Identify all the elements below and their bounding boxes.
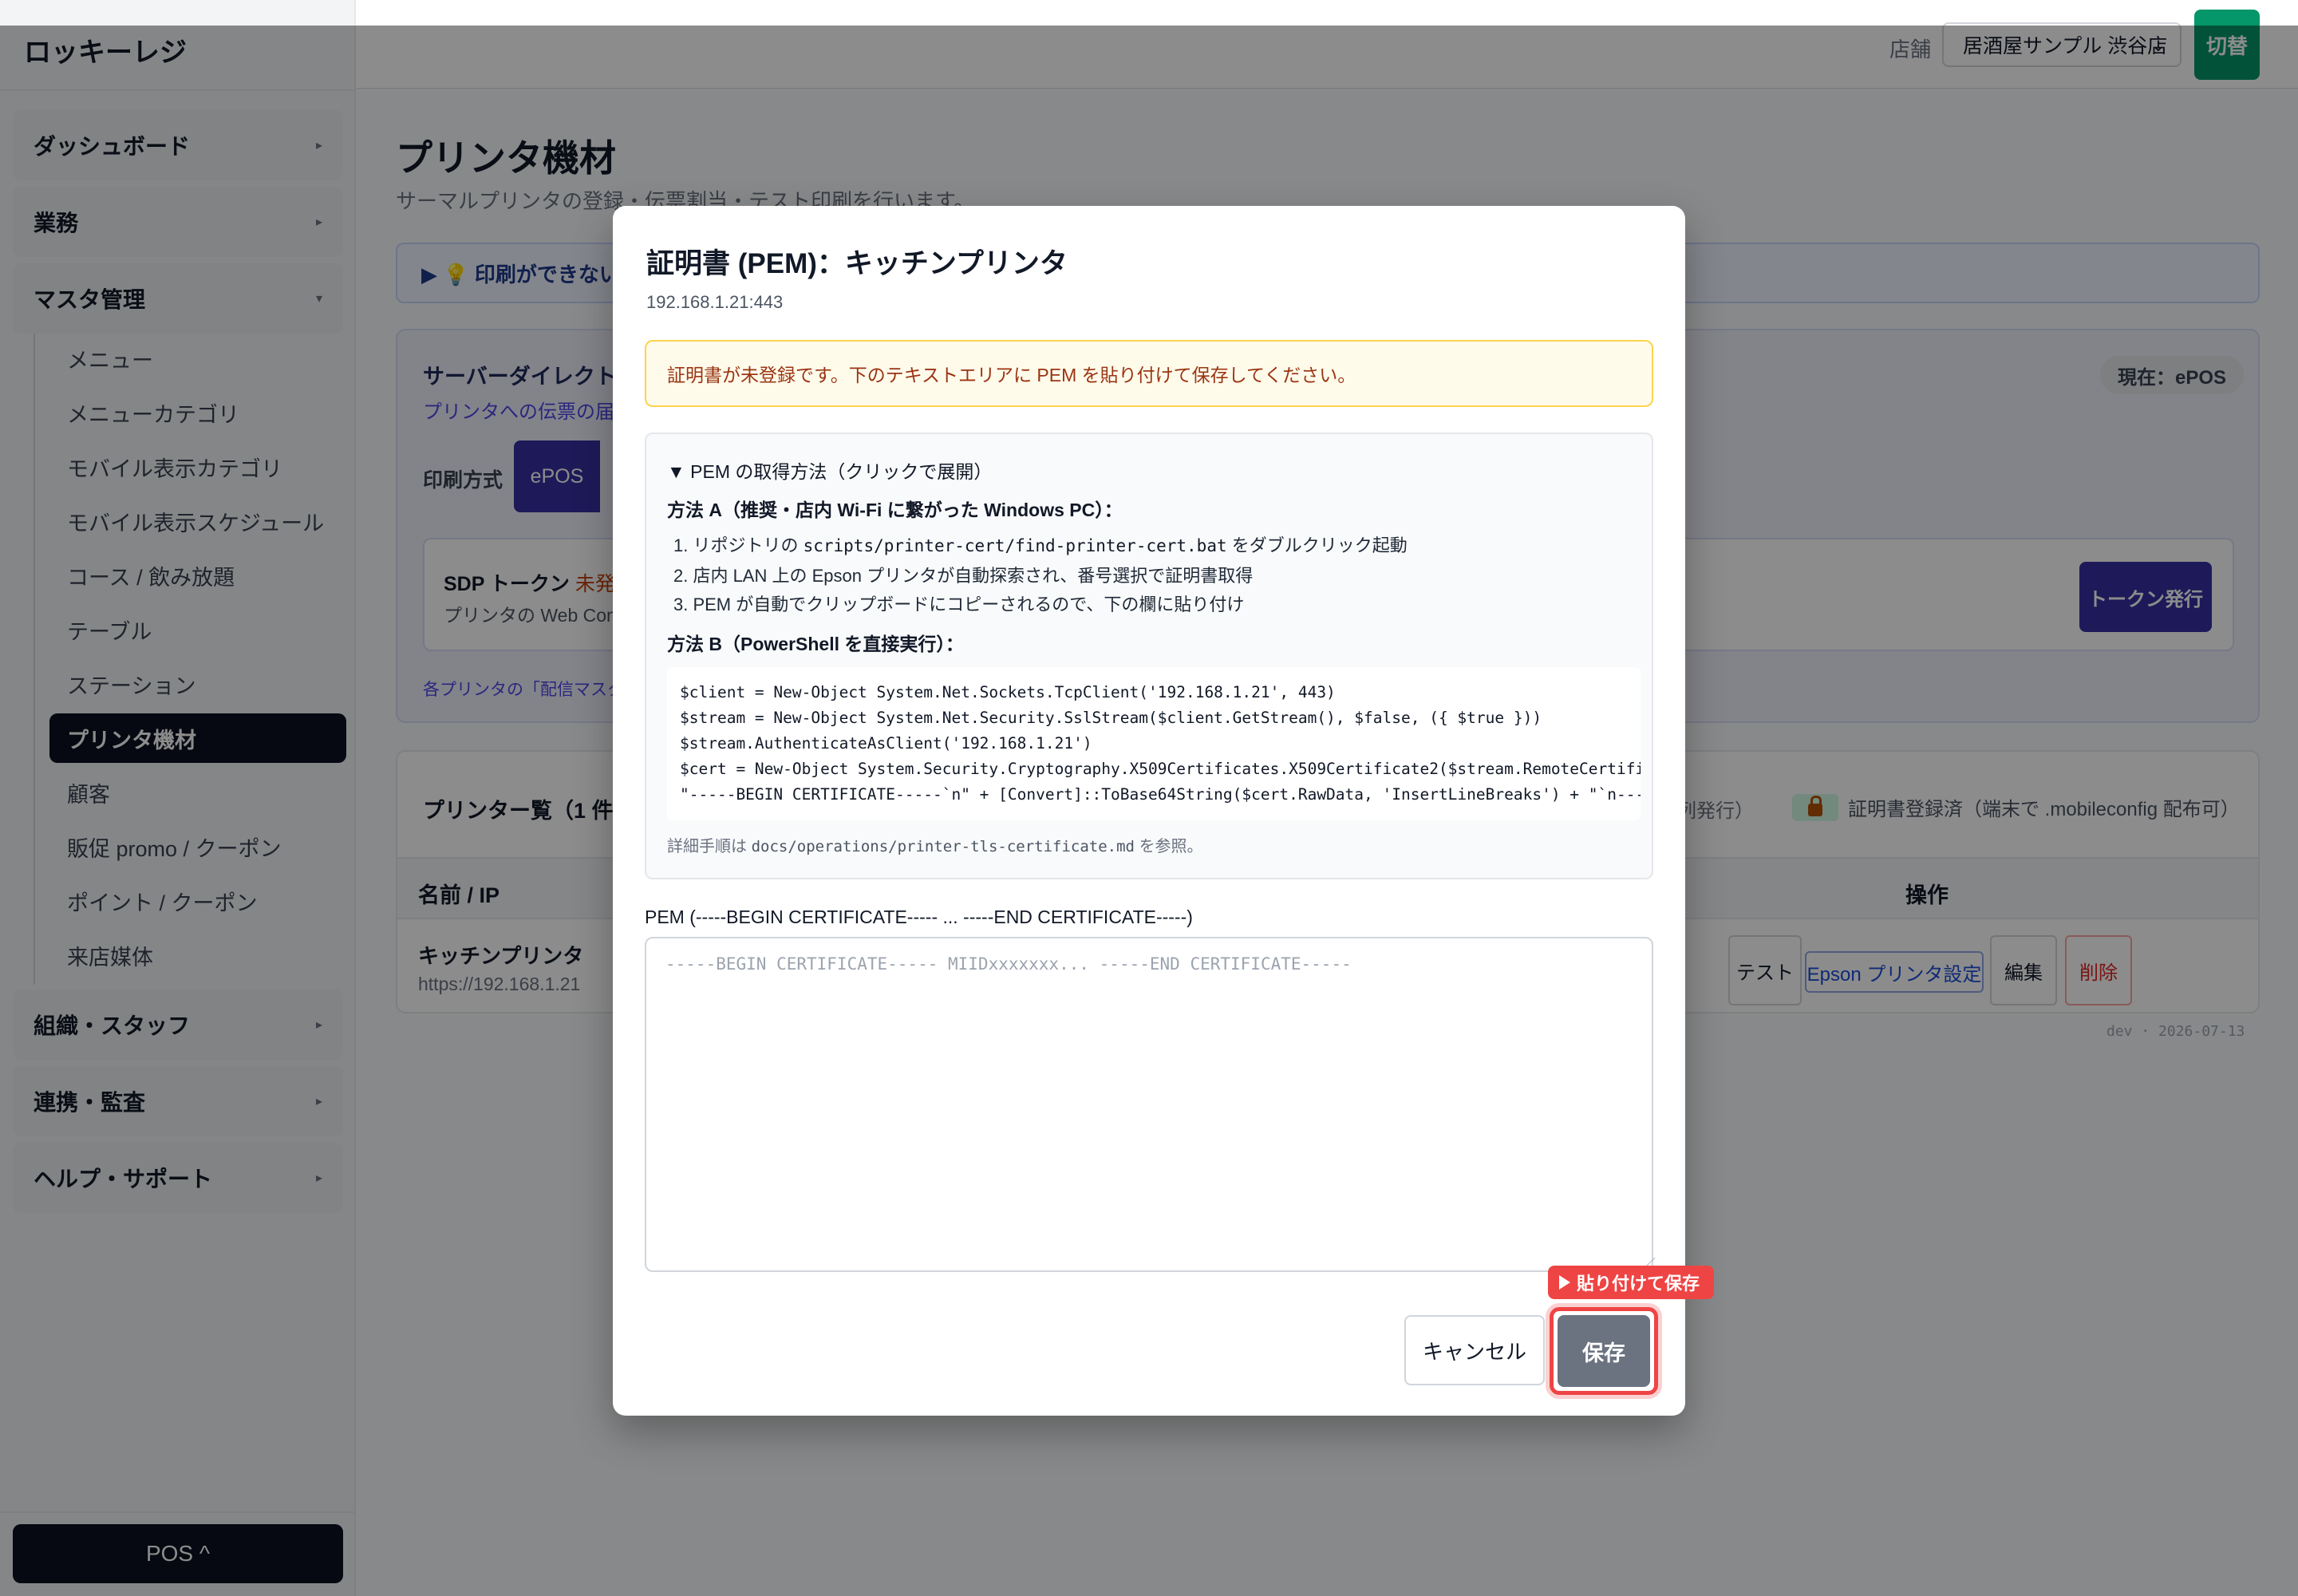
warning-alert: 証明書が未登録です。下のテキストエリアに PEM を貼り付けて保存してください。 <box>645 340 1653 407</box>
method-a-step-1: 1. リポジトリの scripts/printer-cert/find-prin… <box>673 531 1408 557</box>
certificate-modal: 証明書 (PEM)：キッチンプリンタ 192.168.1.21:443 証明書が… <box>613 206 1715 1416</box>
method-a-step-3: 3. PEM が自動でクリップボードにコピーされるので、下の欄に貼り付け <box>673 595 1245 614</box>
method-a-title: 方法 A（推奨・店内 Wi-Fi に繋がった Windows PC）： <box>667 500 1123 520</box>
code-line: $cert = New-Object System.Security.Crypt… <box>680 760 1641 778</box>
script-path: scripts/printer-cert/find-printer-cert.b… <box>803 536 1227 555</box>
paste-save-hint: 貼り付けて保存 <box>1548 1266 1715 1299</box>
code-line: $stream.AuthenticateAsClient('192.168.1.… <box>680 734 1092 753</box>
note-text: を参照。 <box>1139 838 1203 855</box>
hint-text: 貼り付けて保存 <box>1577 1274 1700 1294</box>
play-icon <box>1559 1275 1570 1290</box>
method-b-title: 方法 B（PowerShell を直接実行）： <box>667 634 964 654</box>
code-line: "-----BEGIN CERTIFICATE-----`n" + [Conve… <box>680 785 1641 804</box>
note-text: 詳細手順は <box>667 838 747 855</box>
step-text: をダブルクリック起動 <box>1231 535 1408 555</box>
step-text: 1. リポジトリの <box>673 535 799 555</box>
docs-note: 詳細手順は docs/operations/printer-tls-certif… <box>667 833 1203 856</box>
modal-address: 192.168.1.21:443 <box>646 292 784 312</box>
pem-howto-details: ▼ PEM の取得方法（クリックで展開） 方法 A（推奨・店内 Wi-Fi に繋… <box>645 433 1653 879</box>
save-button[interactable]: 保存 <box>1558 1315 1650 1387</box>
code-line: $stream = New-Object System.Net.Security… <box>680 709 1542 727</box>
cancel-button[interactable]: キャンセル <box>1404 1315 1545 1385</box>
pem-textarea[interactable] <box>645 937 1653 1272</box>
modal-title: 証明書 (PEM)：キッチンプリンタ <box>646 248 1068 279</box>
docs-path: docs/operations/printer-tls-certificate.… <box>751 838 1135 855</box>
pem-field-label: PEM (-----BEGIN CERTIFICATE----- ... ---… <box>645 907 1193 927</box>
method-a-step-2: 2. 店内 LAN 上の Epson プリンタが自動探索され、番号選択で証明書取… <box>673 566 1254 586</box>
powershell-code-block: $client = New-Object System.Net.Sockets.… <box>667 667 1641 820</box>
howto-summary-toggle[interactable]: ▼ PEM の取得方法（クリックで展開） <box>667 456 992 484</box>
code-line: $client = New-Object System.Net.Sockets.… <box>680 683 1336 701</box>
